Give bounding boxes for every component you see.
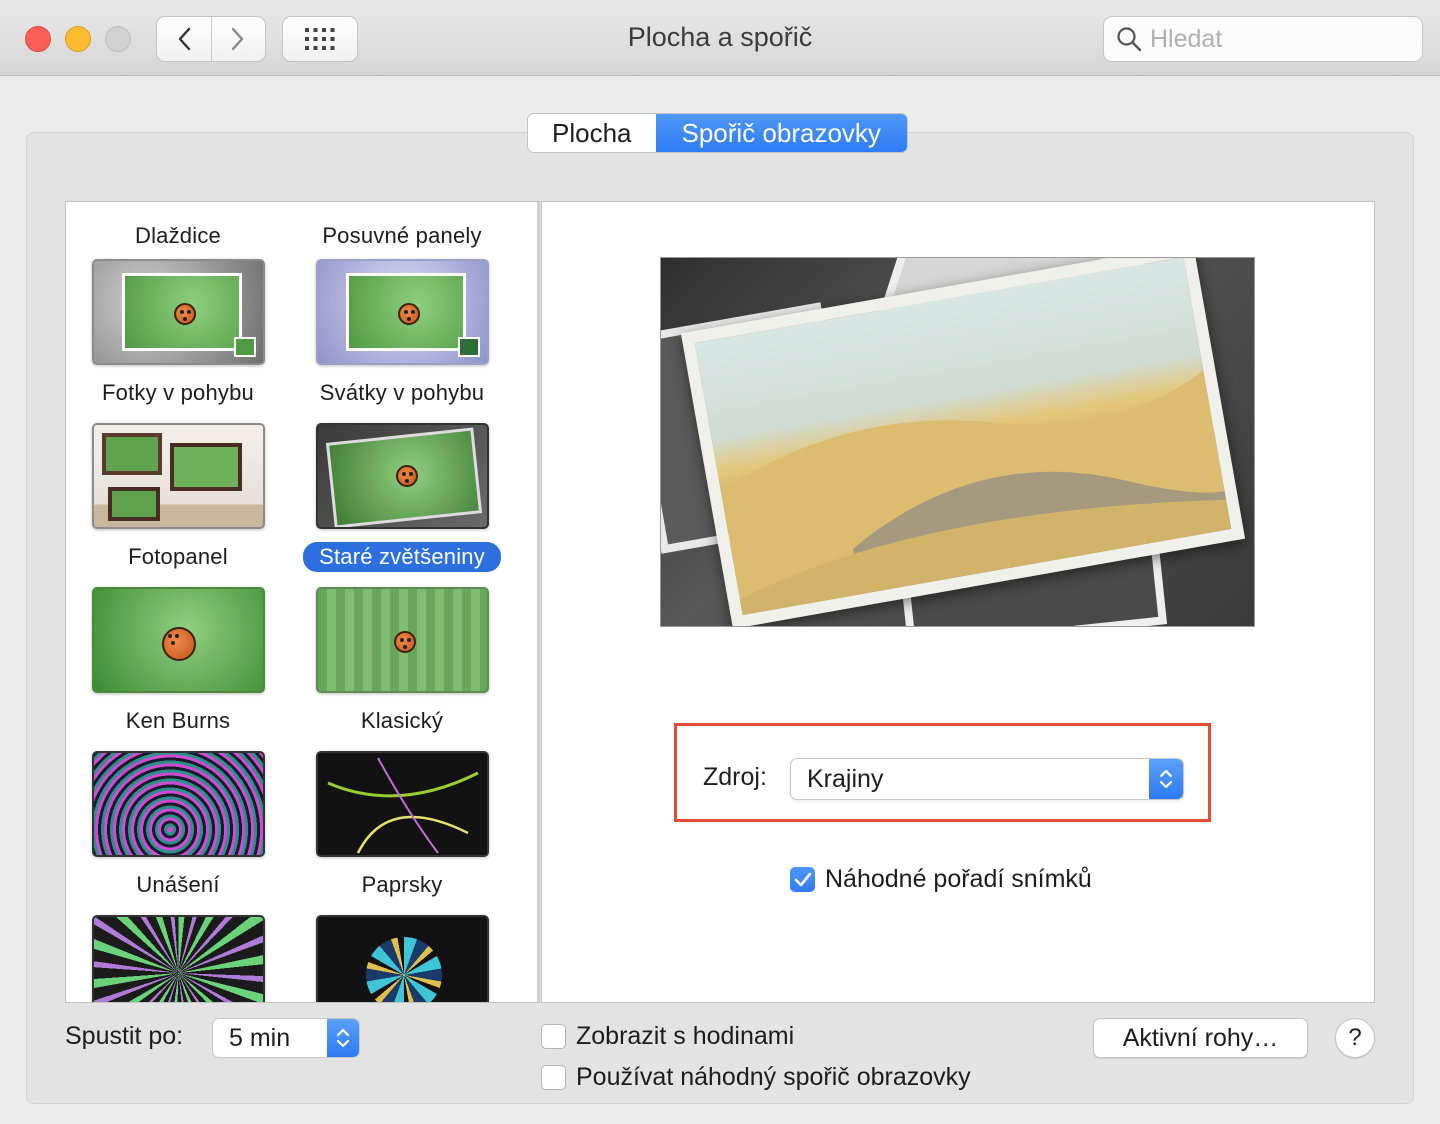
list-item-label: Unášení bbox=[136, 872, 220, 897]
tab-screensaver[interactable]: Spořič obrazovky bbox=[655, 114, 907, 152]
thumbnail-image bbox=[91, 587, 265, 693]
shuffle-option[interactable]: Náhodné pořadí snímků bbox=[790, 865, 1092, 894]
thumbnail-image bbox=[315, 587, 489, 693]
list-item-svatky-v-pohybu[interactable]: Svátky v pohybu bbox=[290, 259, 514, 408]
thumbnail-image bbox=[315, 751, 489, 857]
popup-arrows-icon bbox=[327, 1019, 359, 1057]
shuffle-label: Náhodné pořadí snímků bbox=[825, 865, 1092, 893]
list-item-label: Dlaždice bbox=[135, 223, 221, 248]
list-item-label: Staré zvětšeniny bbox=[303, 542, 501, 572]
random-saver-option[interactable]: Používat náhodný spořič obrazovky bbox=[541, 1063, 971, 1092]
list-item-tile[interactable] bbox=[290, 915, 514, 1002]
list-item-fotopanel[interactable]: Fotopanel bbox=[66, 423, 290, 572]
list-item-paprsky[interactable]: Paprsky bbox=[290, 751, 514, 900]
list-item-klasicky[interactable]: Klasický bbox=[290, 587, 514, 736]
help-button[interactable]: ? bbox=[1335, 1018, 1375, 1058]
start-after-value: 5 min bbox=[229, 1024, 291, 1052]
thumbnail-image bbox=[91, 751, 265, 857]
list-item-label: Paprsky bbox=[361, 872, 443, 897]
thumbnail-image bbox=[91, 423, 265, 529]
search-field[interactable] bbox=[1103, 16, 1423, 62]
list-item-stare-zvetseniny[interactable]: Staré zvětšeniny bbox=[290, 423, 514, 572]
list-item-label: Fotopanel bbox=[128, 544, 228, 569]
list-item-label: Posuvné panely bbox=[322, 223, 482, 248]
source-popup[interactable]: Krajiny bbox=[790, 758, 1184, 800]
source-label: Zdroj: bbox=[703, 763, 767, 791]
list-item-label: Klasický bbox=[360, 708, 444, 733]
thumbnail-image bbox=[315, 259, 489, 365]
thumbnail-image bbox=[91, 259, 265, 365]
search-input[interactable] bbox=[1150, 24, 1400, 54]
random-saver-checkbox[interactable] bbox=[541, 1065, 566, 1090]
random-saver-label: Používat náhodný spořič obrazovky bbox=[576, 1063, 971, 1091]
shuffle-checkbox[interactable] bbox=[790, 867, 815, 892]
popup-arrows-icon bbox=[1149, 759, 1183, 799]
tab-bar: Plocha Spořič obrazovky bbox=[527, 113, 908, 153]
search-icon bbox=[1116, 26, 1142, 52]
source-value: Krajiny bbox=[807, 765, 884, 793]
list-item-label: Ken Burns bbox=[125, 708, 231, 733]
list-item-unaseni[interactable]: Unášení bbox=[66, 751, 290, 900]
title-bar: Plocha a spořič bbox=[0, 0, 1440, 76]
thumbnail-image bbox=[91, 915, 265, 1002]
list-item-fotky-v-pohybu[interactable]: Fotky v pohybu bbox=[66, 259, 290, 408]
show-clock-checkbox[interactable] bbox=[541, 1024, 566, 1049]
hot-corners-button[interactable]: Aktivní rohy… bbox=[1093, 1018, 1308, 1058]
list-item-label: Fotky v pohybu bbox=[102, 380, 254, 405]
checkmark-icon bbox=[794, 872, 811, 886]
tab-plocha[interactable]: Plocha bbox=[528, 114, 656, 152]
list-item-ken-burns[interactable]: Ken Burns bbox=[66, 587, 290, 736]
list-item-label: Svátky v pohybu bbox=[319, 380, 485, 405]
thumbnail-image bbox=[315, 423, 489, 529]
show-clock-option[interactable]: Zobrazit s hodinami bbox=[541, 1022, 794, 1051]
thumbnail-image bbox=[315, 915, 489, 1002]
start-after-popup[interactable]: 5 min bbox=[212, 1018, 360, 1058]
start-after-label: Spustit po: bbox=[65, 1022, 184, 1050]
screensaver-list[interactable]: Dlaždice Posuvné panely Fotky v pohybu S… bbox=[65, 201, 540, 1003]
list-item-dlazdice[interactable]: Dlaždice bbox=[66, 208, 290, 251]
show-clock-label: Zobrazit s hodinami bbox=[576, 1022, 795, 1050]
list-item-tile[interactable] bbox=[66, 915, 290, 1002]
screensaver-preview-image bbox=[660, 257, 1255, 627]
list-item-posuvne-panely[interactable]: Posuvné panely bbox=[290, 208, 514, 251]
